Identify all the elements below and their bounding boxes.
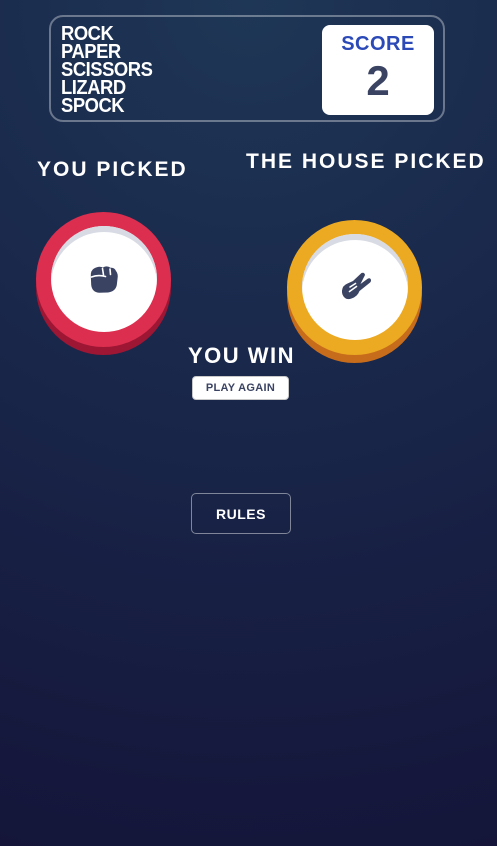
result-text: YOU WIN (188, 343, 296, 368)
scoreboard-header: ROCK PAPER SCISSORS LIZARD SPOCK SCORE 2 (49, 15, 445, 122)
player-pick-label: YOU PICKED (37, 158, 188, 181)
rock-icon (90, 266, 118, 293)
score-value: 2 (366, 57, 390, 104)
score-box: SCORE 2 (322, 25, 434, 115)
house-choice-face (302, 234, 408, 340)
scissors-icon (341, 272, 372, 300)
result-panel: YOU WIN PLAY AGAIN (188, 343, 294, 400)
rules-button[interactable]: RULES (191, 493, 291, 534)
house-pick-label: THE HOUSE PICKED (246, 150, 486, 173)
title-line-spock: SPOCK (61, 95, 125, 117)
house-choice-token (287, 220, 422, 355)
play-again-button[interactable]: PLAY AGAIN (192, 376, 289, 400)
player-choice-token (36, 212, 171, 347)
game-title: ROCK PAPER SCISSORS LIZARD SPOCK (61, 24, 160, 117)
game-page: ROCK PAPER SCISSORS LIZARD SPOCK SCORE 2… (0, 0, 497, 846)
score-label: SCORE (341, 33, 415, 55)
player-choice-face (51, 226, 157, 332)
